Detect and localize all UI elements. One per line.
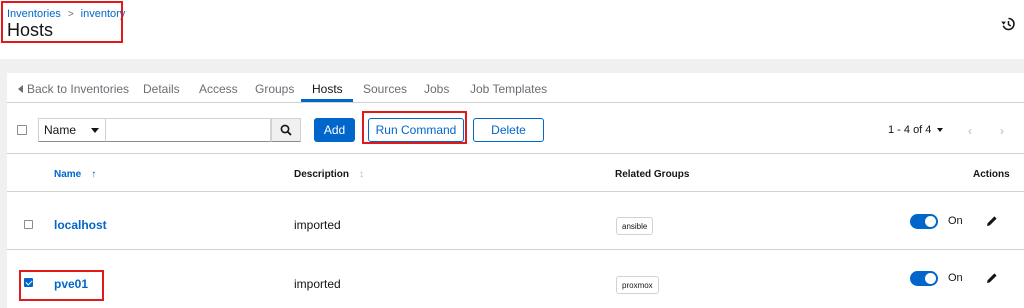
highlight-box-run-command (362, 111, 467, 144)
active-tab-indicator (301, 99, 353, 102)
page-header: Inventories > inventory Hosts (0, 0, 1024, 59)
search-input[interactable] (105, 118, 271, 142)
column-header-description[interactable]: Description ↕ (294, 169, 364, 180)
group-chip: ansible (616, 217, 654, 235)
tab-groups[interactable]: Groups (255, 82, 294, 96)
delete-button[interactable]: Delete (473, 118, 544, 142)
filter-select[interactable]: Name (38, 118, 106, 142)
highlight-box-title (1, 1, 123, 43)
page: Inventories > inventory Hosts Back to In… (0, 0, 1024, 308)
history-icon[interactable] (1000, 16, 1016, 32)
host-name-link[interactable]: localhost (54, 218, 107, 232)
divider (7, 191, 1024, 192)
tab-hosts[interactable]: Hosts (312, 82, 343, 96)
previous-page-button[interactable]: ‹ (968, 124, 972, 138)
group-chip: proxmox (616, 276, 659, 294)
column-header-actions: Actions (973, 169, 1010, 180)
column-header-related-groups: Related Groups (615, 169, 690, 180)
pagination-toggle[interactable]: 1 - 4 of 4 (888, 124, 944, 136)
enabled-toggle[interactable] (910, 214, 938, 229)
tab-details[interactable]: Details (143, 82, 180, 96)
tab-access[interactable]: Access (199, 82, 238, 96)
enabled-toggle[interactable] (910, 271, 938, 286)
highlight-box-row-pve01 (19, 270, 104, 301)
host-description: imported (294, 277, 341, 291)
enabled-toggle-label: On (948, 272, 963, 284)
tab-label: Back to Inventories (27, 82, 130, 96)
divider (7, 249, 1024, 250)
select-all-checkbox[interactable] (17, 125, 27, 135)
divider (7, 153, 1024, 154)
filter-select-value: Name (44, 123, 77, 137)
caret-down-icon (91, 128, 99, 133)
add-button[interactable]: Add (314, 118, 355, 142)
tab-bar: Back to Inventories Details Access Group… (7, 73, 1024, 103)
next-page-button[interactable]: › (1000, 124, 1004, 138)
pencil-icon[interactable] (985, 214, 999, 228)
sort-icon: ↕ (359, 169, 365, 180)
column-header-name[interactable]: Name ↑ (54, 169, 96, 180)
caret-left-icon (18, 85, 23, 93)
row-checkbox-localhost[interactable] (24, 220, 33, 229)
pagination-text: 1 - 4 of 4 (888, 124, 932, 136)
hosts-card: Back to Inventories Details Access Group… (7, 73, 1024, 308)
enabled-toggle-label: On (948, 215, 963, 227)
column-header-label: Name (54, 169, 82, 180)
host-description: imported (294, 218, 341, 232)
tab-jobs[interactable]: Jobs (424, 82, 449, 96)
pencil-icon[interactable] (985, 271, 999, 285)
column-header-label: Description (294, 169, 350, 180)
tab-job-templates[interactable]: Job Templates (470, 82, 547, 96)
tab-back-to-inventories[interactable]: Back to Inventories (18, 82, 129, 96)
search-button[interactable] (271, 118, 301, 142)
caret-down-icon (937, 128, 944, 132)
tab-sources[interactable]: Sources (363, 82, 407, 96)
search-icon (280, 124, 292, 136)
sort-ascending-icon: ↑ (91, 169, 97, 180)
